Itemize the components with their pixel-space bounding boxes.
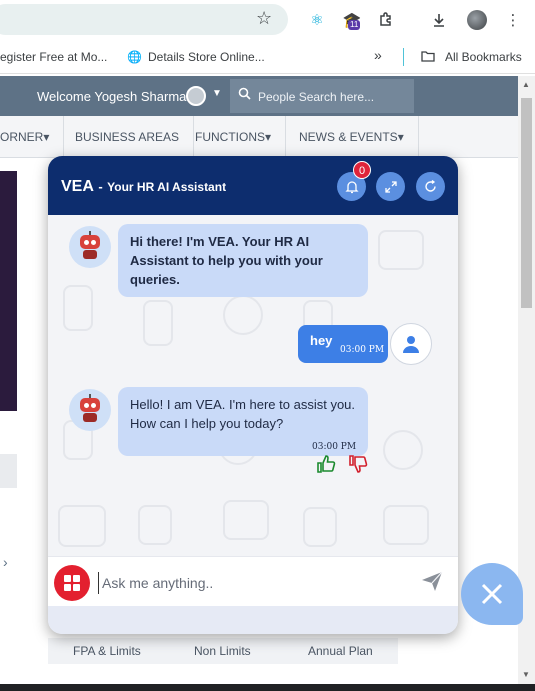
page-topbar: Welcome Yogesh Sharma ▼ People Search he…: [0, 76, 518, 116]
refresh-icon: [425, 180, 436, 192]
search-icon: [238, 87, 251, 103]
bot-message: Hi there! I'm VEA. Your HR AI Assistant …: [118, 224, 368, 297]
caret-icon: ▾: [43, 130, 50, 144]
robot-icon: [78, 231, 102, 261]
robot-icon: [78, 394, 102, 424]
caret-icon: ▾: [265, 130, 272, 144]
window-bottom-edge: [0, 684, 535, 691]
address-bar[interactable]: [0, 4, 288, 35]
bookmark-all[interactable]: All Bookmarks: [445, 50, 522, 64]
bell-icon: [344, 180, 359, 193]
doodle-robot-icon: [143, 300, 173, 346]
message-timestamp: 03:00 PM: [340, 345, 385, 355]
scroll-thumb[interactable]: [521, 98, 532, 308]
profile-avatar[interactable]: [467, 10, 487, 30]
doodle-chat-icon: [383, 505, 429, 545]
person-icon: [403, 336, 419, 353]
browser-toolbar: ☆ ⚛ 🎓 11 ⋮: [0, 0, 535, 40]
bookmark-separator: [403, 48, 404, 66]
bot-message-text: Hi there! I'm VEA. Your HR AI Assistant …: [130, 234, 323, 287]
main-nav: ORNER▾ BUSINESS AREAS FUNCTIONS▾ NEWS & …: [0, 116, 518, 158]
nav-business-areas[interactable]: BUSINESS AREAS: [61, 116, 195, 158]
tab-fpa-limits[interactable]: FPA & Limits: [73, 644, 141, 658]
close-chat-button[interactable]: [461, 563, 523, 625]
people-search[interactable]: People Search here...: [230, 79, 414, 113]
chat-title-separator: -: [98, 179, 103, 194]
tab-annual-plan[interactable]: Annual Plan: [308, 644, 373, 658]
quick-menu-button[interactable]: [54, 565, 90, 601]
chat-messages[interactable]: Hi there! I'm VEA. Your HR AI Assistant …: [48, 215, 458, 556]
close-icon: [481, 583, 503, 605]
user-message-text: hey: [310, 333, 333, 348]
doodle-chat-icon: [58, 505, 106, 547]
bookmarks-bar: egister Free at Mo... 🌐 Details Store On…: [0, 40, 535, 74]
bookmark-details-store[interactable]: Details Store Online...: [148, 50, 265, 64]
download-icon[interactable]: [428, 9, 450, 31]
bookmark-register[interactable]: egister Free at Mo...: [0, 50, 107, 64]
kebab-menu-icon[interactable]: ⋮: [502, 9, 524, 31]
chat-input-bar: [48, 556, 458, 606]
user-name: Yogesh Sharma: [94, 89, 187, 104]
expand-icon: [384, 180, 397, 193]
chat-title: VEA - Your HR AI Assistant: [61, 178, 226, 196]
more-bookmarks-icon[interactable]: »: [374, 47, 382, 63]
doodle-robot-icon: [138, 505, 172, 545]
doodle-phone-icon: [63, 285, 93, 331]
bookmark-star-icon[interactable]: ☆: [256, 8, 272, 29]
bottom-tabs: FPA & Limits Non Limits Annual Plan: [48, 638, 398, 664]
nav-corner[interactable]: ORNER▾: [0, 116, 65, 158]
chat-title-name: VEA: [61, 178, 94, 195]
welcome-text: Welcome Yogesh Sharma: [37, 89, 186, 104]
page-card: [0, 454, 17, 488]
send-button[interactable]: [420, 569, 444, 593]
nav-news-events[interactable]: NEWS & EVENTS▾: [285, 116, 419, 158]
thumbs-up-icon[interactable]: [316, 454, 336, 479]
bot-avatar: [69, 226, 111, 268]
caret-icon: ▾: [397, 130, 404, 144]
refresh-button[interactable]: [416, 172, 445, 201]
bot-message-text: Hello! I am VEA. I'm here to assist you.…: [130, 397, 356, 431]
chevron-left-icon[interactable]: ›: [3, 554, 8, 570]
grid-menu-icon: [64, 575, 80, 591]
search-placeholder: People Search here...: [258, 90, 375, 104]
chat-subtitle: Your HR AI Assistant: [107, 180, 227, 194]
globe-icon: 🌐: [127, 50, 142, 64]
chevron-down-icon[interactable]: ▼: [212, 88, 222, 99]
chat-header: VEA - Your HR AI Assistant 0: [48, 156, 458, 215]
nav-corner-label: ORNER: [0, 130, 44, 144]
banner-image: [0, 171, 17, 411]
doodle-robot-icon: [223, 295, 263, 335]
chat-widget: VEA - Your HR AI Assistant 0 Hi there! I…: [48, 156, 458, 634]
expand-button[interactable]: [376, 172, 405, 201]
nav-functions[interactable]: FUNCTIONS▾: [181, 116, 287, 158]
user-avatar: [390, 323, 432, 365]
nav-business-areas-label: BUSINESS AREAS: [75, 130, 180, 144]
bot-avatar: [69, 389, 111, 431]
welcome-label: Welcome: [37, 89, 91, 104]
user-avatar-icon[interactable]: [186, 86, 206, 106]
folder-icon: [421, 50, 435, 65]
doodle-chat-icon: [223, 500, 269, 540]
tab-non-limits[interactable]: Non Limits: [194, 644, 251, 658]
chat-footer: [48, 606, 458, 634]
send-icon: [422, 571, 443, 591]
react-devtools-icon[interactable]: ⚛: [306, 9, 328, 31]
user-message: hey 03:00 PM: [298, 325, 388, 363]
scroll-up-icon[interactable]: ▲: [522, 80, 530, 89]
nav-functions-label: FUNCTIONS: [195, 130, 265, 144]
doodle-chat-icon: [378, 230, 424, 270]
scroll-down-icon[interactable]: ▼: [522, 670, 530, 679]
thumbs-down-icon[interactable]: [348, 454, 368, 479]
notification-count-badge: 0: [353, 161, 371, 179]
extensions-puzzle-icon[interactable]: [375, 9, 397, 31]
bot-message: Hello! I am VEA. I'm here to assist you.…: [118, 387, 368, 456]
nav-news-events-label: NEWS & EVENTS: [299, 130, 398, 144]
extension-badge: 11: [348, 20, 361, 30]
doodle-robot-icon: [383, 430, 423, 470]
chat-message-input[interactable]: [98, 572, 398, 594]
doodle-phone-icon: [303, 507, 337, 547]
